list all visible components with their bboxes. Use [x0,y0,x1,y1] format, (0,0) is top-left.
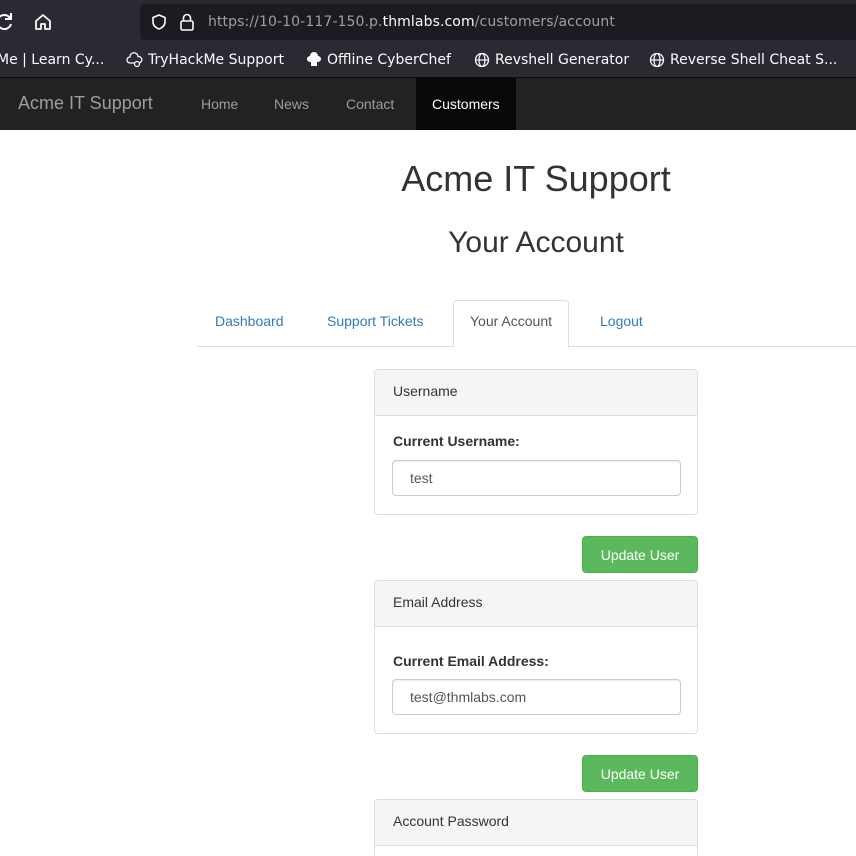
navbar-brand[interactable]: Acme IT Support [18,93,153,114]
update-email-button[interactable]: Update User [582,755,698,792]
url-host: thmlabs.com [382,14,475,30]
bookmark-revshell-generator[interactable]: Revshell Generator [474,52,629,68]
username-input[interactable] [392,460,681,496]
tab-logout[interactable]: Logout [600,300,643,347]
nav-link-home[interactable]: Home [201,96,238,112]
update-username-button[interactable]: Update User [582,536,698,573]
panel-heading: Account Password [375,800,697,846]
nav-link-news[interactable]: News [274,96,309,112]
bookmarks-bar: Me | Learn Cy... TryHackMe Support Offli… [0,44,856,78]
home-icon[interactable] [31,10,55,34]
bookmark-tryhackme-support[interactable]: TryHackMe Support [126,52,284,68]
url-prefix: https://10-10-117-150.p. [208,14,383,30]
shield-icon[interactable] [150,13,168,35]
lock-icon[interactable] [178,12,196,36]
globe-icon [649,52,665,68]
bookmark-reverse-shell-cheat-sheet[interactable]: Reverse Shell Cheat S... [649,52,837,68]
url-path: /customers/account [474,14,615,30]
account-tabs: Dashboard Support Tickets Your Account L… [197,300,856,348]
globe-icon [474,52,490,68]
panel-heading: Email Address [375,581,697,627]
bookmark-learn-cyber[interactable]: Me | Learn Cy... [0,52,104,68]
bookmark-label: Reverse Shell Cheat S... [670,52,838,68]
chef-hat-icon [307,52,321,66]
support-cloud-icon [126,52,143,68]
browser-toolbar: https://10-10-117-150.p.thmlabs.com/cust… [0,0,856,44]
panel-body: Current Email Address: [375,627,697,733]
tab-support-tickets[interactable]: Support Tickets [327,300,424,347]
url-bar[interactable]: https://10-10-117-150.p.thmlabs.com/cust… [140,4,856,40]
reload-icon[interactable] [0,10,16,34]
site-navbar: Acme IT Support Home News Contact Custom… [0,78,856,130]
site-title: Acme IT Support [401,158,671,199]
tab-dashboard[interactable]: Dashboard [215,300,284,347]
bookmark-label: Offline CyberChef [327,52,451,68]
bookmark-offline-cyberchef[interactable]: Offline CyberChef [306,52,451,68]
panel-heading: Username [375,370,697,416]
email-input[interactable] [392,679,681,715]
password-panel: Account Password [374,799,698,856]
bookmark-label: TryHackMe Support [148,52,284,68]
bookmark-label: Me | Learn Cy... [0,52,105,68]
current-username-label: Current Username: [393,433,520,449]
bookmark-label: Revshell Generator [495,52,630,68]
current-email-label: Current Email Address: [393,653,549,669]
nav-link-contact[interactable]: Contact [346,96,394,112]
email-panel: Email Address Current Email Address: [374,580,698,734]
tab-your-account[interactable]: Your Account [453,300,569,348]
page-title: Your Account [448,226,624,259]
nav-link-customers[interactable]: Customers [416,78,516,130]
url-text[interactable]: https://10-10-117-150.p.thmlabs.com/cust… [208,14,615,30]
panel-body: Current Username: [375,416,697,514]
username-panel: Username Current Username: [374,369,698,515]
